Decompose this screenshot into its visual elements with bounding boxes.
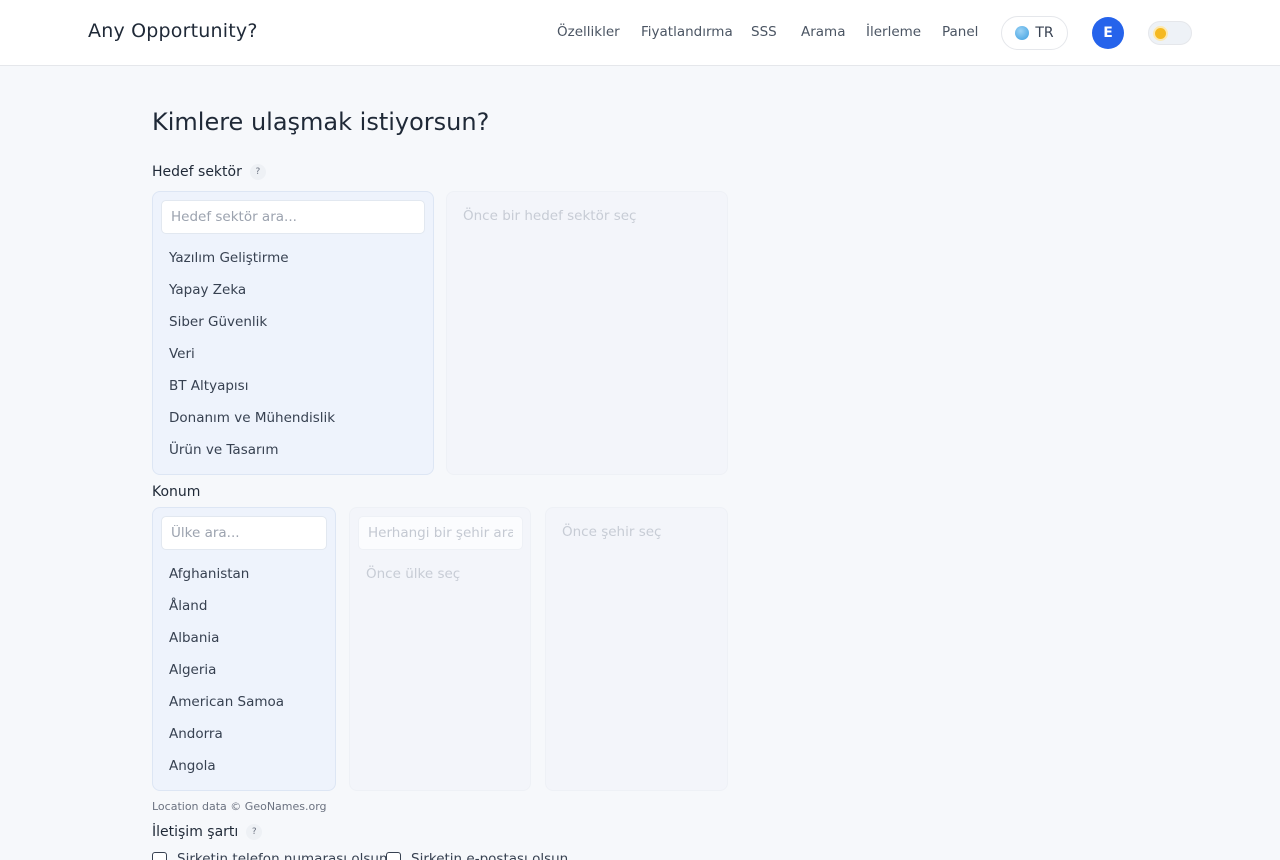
phone-option-label: Şirketin telefon numarası olsun	[177, 851, 388, 860]
sector-item[interactable]: Veri	[169, 345, 335, 377]
nav-features[interactable]: Özellikler	[557, 24, 620, 40]
nav-pricing[interactable]: Fiyatlandırma	[641, 24, 733, 40]
country-item[interactable]: American Samoa	[169, 693, 284, 725]
sector-item[interactable]: Yazılım Geliştirme	[169, 249, 335, 281]
sector-item[interactable]: Donanım ve Mühendislik	[169, 409, 335, 441]
user-avatar[interactable]: E	[1092, 17, 1124, 49]
top-header: Any Opportunity? Özellikler Fiyatlandırm…	[0, 0, 1280, 66]
contact-label: İletişim şartı	[152, 824, 239, 840]
sector-label: Hedef sektör	[152, 164, 242, 180]
sector-item[interactable]: Ürün ve Tasarım	[169, 441, 335, 473]
district-placeholder: Önce şehir seç	[562, 524, 662, 540]
theme-toggle[interactable]	[1148, 21, 1192, 45]
country-item[interactable]: Afghanistan	[169, 565, 284, 597]
nav-dashboard[interactable]: Panel	[942, 24, 978, 40]
sector-panel: Yazılım Geliştirme Yapay Zeka Siber Güve…	[152, 191, 434, 475]
subsector-placeholder: Önce bir hedef sektör seç	[463, 208, 637, 224]
email-required-option[interactable]: Şirketin e-postası olsun	[386, 851, 568, 860]
city-search-input[interactable]	[358, 516, 523, 550]
nav-search[interactable]: Arama	[801, 24, 845, 40]
city-panel: Önce ülke seç	[349, 507, 531, 791]
phone-checkbox[interactable]	[152, 851, 167, 860]
country-item[interactable]: Åland	[169, 597, 284, 629]
main-nav: Özellikler Fiyatlandırma SSS Arama İlerl…	[0, 24, 1280, 44]
sector-item[interactable]: Siber Güvenlik	[169, 313, 335, 345]
sun-icon	[1155, 28, 1166, 39]
contact-help-icon[interactable]: ?	[246, 824, 263, 840]
district-panel: Önce şehir seç	[545, 507, 728, 791]
email-checkbox[interactable]	[386, 851, 401, 860]
city-placeholder: Önce ülke seç	[366, 566, 461, 582]
sector-help-icon[interactable]: ?	[249, 164, 266, 180]
country-item[interactable]: Albania	[169, 629, 284, 661]
country-item[interactable]: Andorra	[169, 725, 284, 757]
sector-list: Yazılım Geliştirme Yapay Zeka Siber Güve…	[169, 249, 335, 473]
sector-item[interactable]: BT Altyapısı	[169, 377, 335, 409]
sector-search-input[interactable]	[161, 200, 425, 234]
sector-label-row: Hedef sektör ?	[152, 164, 266, 180]
location-attribution: Location data © GeoNames.org	[152, 800, 327, 813]
phone-required-option[interactable]: Şirketin telefon numarası olsun	[152, 851, 388, 860]
nav-progress[interactable]: İlerleme	[866, 24, 921, 40]
country-search-input[interactable]	[161, 516, 327, 550]
language-button[interactable]: TR	[1001, 16, 1068, 50]
contact-label-row: İletişim şartı ?	[152, 824, 263, 840]
page-title: Kimlere ulaşmak istiyorsun?	[152, 108, 490, 136]
email-option-label: Şirketin e-postası olsun	[411, 851, 569, 860]
subsector-panel: Önce bir hedef sektör seç	[446, 191, 728, 475]
location-label-row: Konum	[152, 484, 200, 500]
country-panel: Afghanistan Åland Albania Algeria Americ…	[152, 507, 336, 791]
language-label: TR	[1035, 25, 1054, 41]
globe-icon	[1015, 26, 1030, 40]
location-label: Konum	[152, 484, 201, 500]
country-list: Afghanistan Åland Albania Algeria Americ…	[169, 565, 284, 789]
country-item[interactable]: Algeria	[169, 661, 284, 693]
country-item[interactable]: Angola	[169, 757, 284, 789]
sector-item[interactable]: Yapay Zeka	[169, 281, 335, 313]
nav-faq[interactable]: SSS	[751, 24, 777, 40]
